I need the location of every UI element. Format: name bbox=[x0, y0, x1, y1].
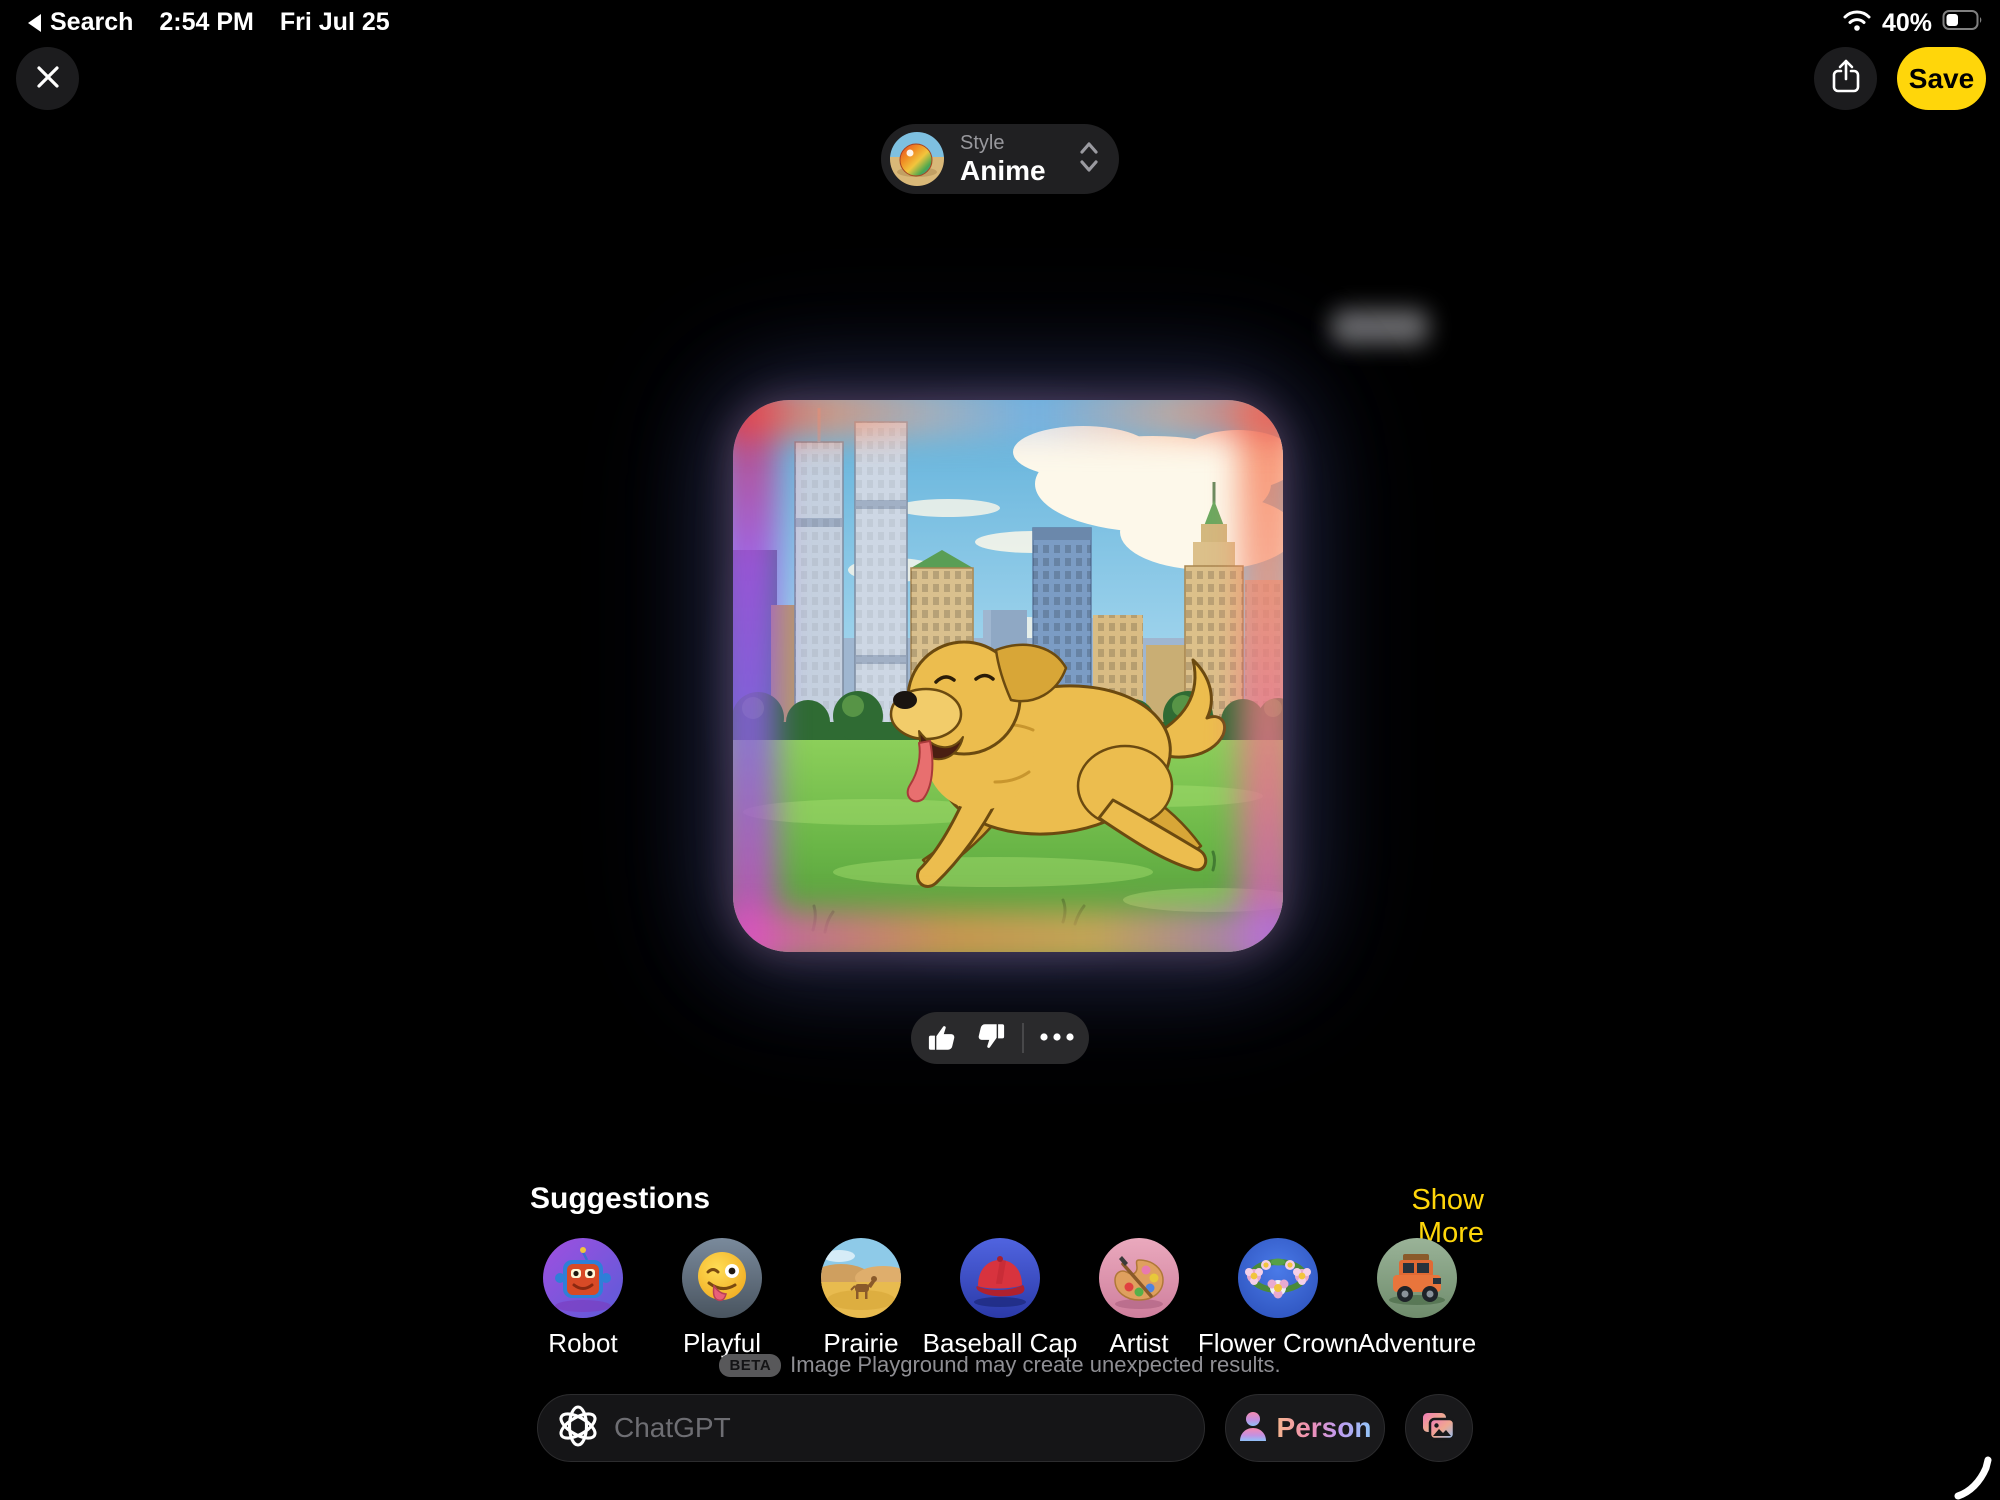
chatgpt-prompt-field[interactable] bbox=[537, 1394, 1205, 1462]
suggestion-playful[interactable]: Playful bbox=[653, 1238, 792, 1359]
share-button[interactable] bbox=[1814, 47, 1877, 110]
robot-icon bbox=[543, 1238, 623, 1318]
suggestion-artist[interactable]: Artist bbox=[1070, 1238, 1209, 1359]
feedback-toolbar bbox=[911, 1012, 1089, 1064]
style-selector-value: Anime bbox=[960, 155, 1046, 186]
save-label: Save bbox=[1909, 63, 1974, 95]
prairie-landscape-icon bbox=[821, 1238, 901, 1318]
more-options-button[interactable] bbox=[1039, 1031, 1075, 1046]
beta-notice: BETA Image Playground may create unexpec… bbox=[0, 1352, 2000, 1378]
generated-image[interactable] bbox=[733, 400, 1283, 952]
baseball-cap-icon bbox=[960, 1238, 1040, 1318]
jeep-icon bbox=[1377, 1238, 1457, 1318]
battery-icon bbox=[1942, 9, 1984, 38]
pencil-stroke bbox=[1948, 1450, 1998, 1500]
beta-text: Image Playground may create unexpected r… bbox=[790, 1352, 1280, 1378]
suggestions-row: Robot Playful bbox=[0, 1238, 2000, 1359]
suggestion-baseball-cap[interactable]: Baseball Cap bbox=[931, 1238, 1070, 1359]
suggestions-title: Suggestions bbox=[530, 1182, 710, 1216]
paint-palette-icon bbox=[1099, 1238, 1179, 1318]
back-to-search-button[interactable]: Search bbox=[28, 8, 133, 37]
photos-icon bbox=[1421, 1411, 1457, 1446]
thumbs-up-button[interactable] bbox=[925, 1020, 959, 1057]
suggestion-adventure[interactable]: Adventure bbox=[1348, 1238, 1487, 1359]
status-bar-right: 40% bbox=[1842, 8, 1984, 39]
photo-picker-button[interactable] bbox=[1405, 1394, 1473, 1462]
blurred-label bbox=[1332, 310, 1428, 344]
back-icon bbox=[28, 14, 41, 32]
style-selector-label: Style bbox=[960, 132, 1046, 154]
thumbs-down-button[interactable] bbox=[974, 1020, 1008, 1057]
suggestion-flower-crown[interactable]: Flower Crown bbox=[1209, 1238, 1348, 1359]
flower-crown-icon bbox=[1238, 1238, 1318, 1318]
chevron-up-down-icon bbox=[1079, 139, 1099, 180]
style-beachball-icon bbox=[890, 132, 944, 186]
thumbs-up-icon bbox=[925, 1020, 959, 1057]
status-time: 2:54 PM bbox=[159, 8, 253, 37]
chatgpt-logo-icon bbox=[556, 1404, 600, 1453]
person-label: Person bbox=[1277, 1412, 1372, 1444]
battery-percent: 40% bbox=[1882, 9, 1932, 38]
ellipsis-icon bbox=[1039, 1031, 1075, 1046]
rainbow-border-left bbox=[733, 400, 777, 952]
thumbs-down-icon bbox=[974, 1020, 1008, 1057]
close-button[interactable] bbox=[16, 47, 79, 110]
back-label: Search bbox=[50, 8, 133, 37]
suggestion-prairie[interactable]: Prairie bbox=[792, 1238, 931, 1359]
winking-emoji-icon bbox=[682, 1238, 762, 1318]
park-skyline-dog-illustration bbox=[733, 400, 1283, 952]
rainbow-border-bottom bbox=[733, 910, 1283, 952]
wifi-icon bbox=[1842, 8, 1872, 39]
status-date: Fri Jul 25 bbox=[280, 8, 390, 37]
divider bbox=[1022, 1023, 1024, 1053]
style-selector[interactable]: Style Anime bbox=[881, 124, 1119, 194]
save-button[interactable]: Save bbox=[1897, 47, 1986, 110]
status-bar-left: Search 2:54 PM Fri Jul 25 bbox=[28, 8, 390, 37]
person-icon bbox=[1239, 1411, 1267, 1446]
beta-badge: BETA bbox=[719, 1354, 781, 1377]
suggestion-robot[interactable]: Robot bbox=[514, 1238, 653, 1359]
image-playground-screen: Search 2:54 PM Fri Jul 25 40% bbox=[0, 0, 2000, 1500]
rainbow-border-top bbox=[733, 400, 1283, 438]
person-button[interactable]: Person bbox=[1225, 1394, 1385, 1462]
share-icon bbox=[1830, 59, 1862, 98]
close-icon bbox=[34, 63, 62, 94]
prompt-input[interactable] bbox=[612, 1411, 1186, 1445]
rainbow-border-right bbox=[1239, 400, 1283, 952]
